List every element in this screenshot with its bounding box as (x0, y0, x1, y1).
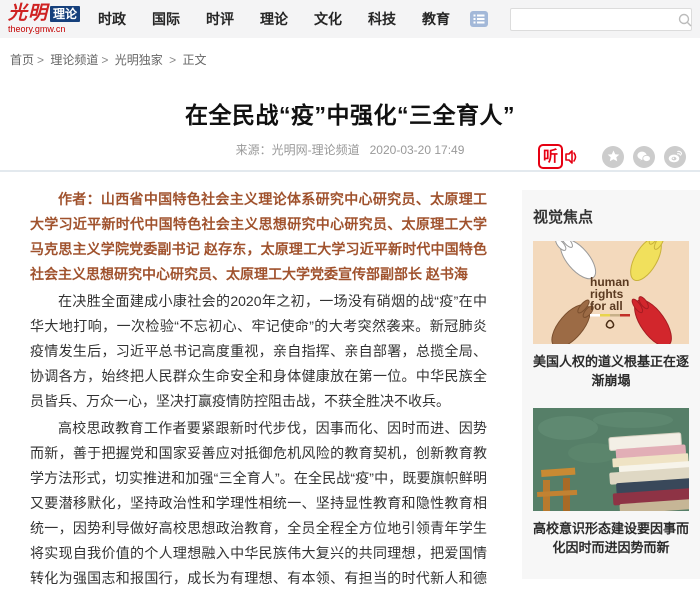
logo-brand-text: 光明 (8, 4, 48, 23)
site-logo[interactable]: 光明 理论 theory.gmw.cn (8, 4, 80, 34)
source-name: 光明网-理论频道 (272, 143, 360, 157)
focus-caption[interactable]: 美国人权的道义根基正在逐渐崩塌 (533, 352, 689, 390)
content-area: 作者：山西省中国特色社会主义理论体系研究中心研究员、太原理工大学习近平新时代中国… (0, 172, 700, 589)
breadcrumb-home[interactable]: 首页 (10, 53, 34, 67)
visual-focus-item[interactable]: 高校意识形态建设要因事而化因时而进因势而新 (533, 408, 689, 557)
breadcrumb: 首页> 理论频道> 光明独家 > 正文 (0, 38, 700, 68)
article-paragraph: 高校思政教育工作者要紧跟新时代步伐，因事而化、因时而进、因势而新，善于把握党和国… (30, 416, 487, 589)
breadcrumb-separator: > (37, 53, 44, 67)
visual-focus-item[interactable]: human rights for all 美国人权的道义根基正在逐渐崩塌 (533, 241, 689, 390)
author-paragraph: 作者：山西省中国特色社会主义理论体系研究中心研究员、太原理工大学习近平新时代中国… (30, 187, 487, 287)
main-nav: 时政 国际 时评 理论 文化 科技 教育 (98, 9, 450, 29)
logo-site-url: theory.gmw.cn (8, 25, 80, 34)
search-box (510, 8, 692, 31)
article-tools: 听 (538, 144, 686, 169)
nav-item-commentary[interactable]: 时评 (206, 9, 234, 29)
nav-item-politics[interactable]: 时政 (98, 9, 126, 29)
breadcrumb-current: 正文 (182, 53, 206, 67)
human-rights-illustration[interactable]: human rights for all (533, 241, 689, 344)
qzone-star-icon[interactable] (602, 146, 624, 168)
share-buttons (602, 146, 686, 168)
breadcrumb-gm-exclusive[interactable]: 光明独家 (115, 53, 163, 67)
nav-item-culture[interactable]: 文化 (314, 9, 342, 29)
article-body: 作者：山西省中国特色社会主义理论体系研究中心研究员、太原理工大学习近平新时代中国… (0, 172, 497, 589)
weibo-icon[interactable] (664, 146, 686, 168)
search-input[interactable] (511, 9, 678, 30)
wechat-icon[interactable] (633, 146, 655, 168)
nav-item-education[interactable]: 教育 (422, 9, 450, 29)
search-icon[interactable] (678, 13, 692, 27)
svg-text:for all: for all (590, 299, 623, 313)
focus-caption[interactable]: 高校意识形态建设要因事而化因时而进因势而新 (533, 519, 689, 557)
source-label: 来源： (236, 143, 272, 157)
sidebar: 视觉焦点 (522, 172, 700, 589)
sound-wave-icon (564, 147, 578, 167)
breadcrumb-separator: > (101, 53, 108, 67)
listen-label: 听 (538, 144, 563, 169)
visual-focus-title: 视觉焦点 (533, 206, 689, 227)
publish-datetime: 2020-03-20 17:49 (370, 143, 465, 157)
listen-audio-button[interactable]: 听 (538, 144, 578, 169)
breadcrumb-separator: > (169, 53, 176, 67)
nav-item-international[interactable]: 国际 (152, 9, 180, 29)
nav-item-theory[interactable]: 理论 (260, 9, 288, 29)
list-menu-icon[interactable] (470, 11, 488, 27)
logo-channel-badge: 理论 (50, 6, 80, 22)
article-header: 在全民战“疫”中强化“三全育人” 来源：光明网-理论频道 2020-03-20 1… (0, 96, 700, 172)
article-paragraph: 在决胜全面建成小康社会的2020年之初，一场没有硝烟的战“疫”在中华大地打响，一… (30, 289, 487, 414)
nav-item-tech[interactable]: 科技 (368, 9, 396, 29)
books-chalkboard-photo[interactable] (533, 408, 689, 511)
site-header: 光明 理论 theory.gmw.cn 时政 国际 时评 理论 文化 科技 教育 (0, 0, 700, 38)
visual-focus-box: 视觉焦点 (522, 190, 700, 579)
article-title: 在全民战“疫”中强化“三全育人” (0, 96, 700, 130)
breadcrumb-theory-channel[interactable]: 理论频道 (50, 53, 98, 67)
